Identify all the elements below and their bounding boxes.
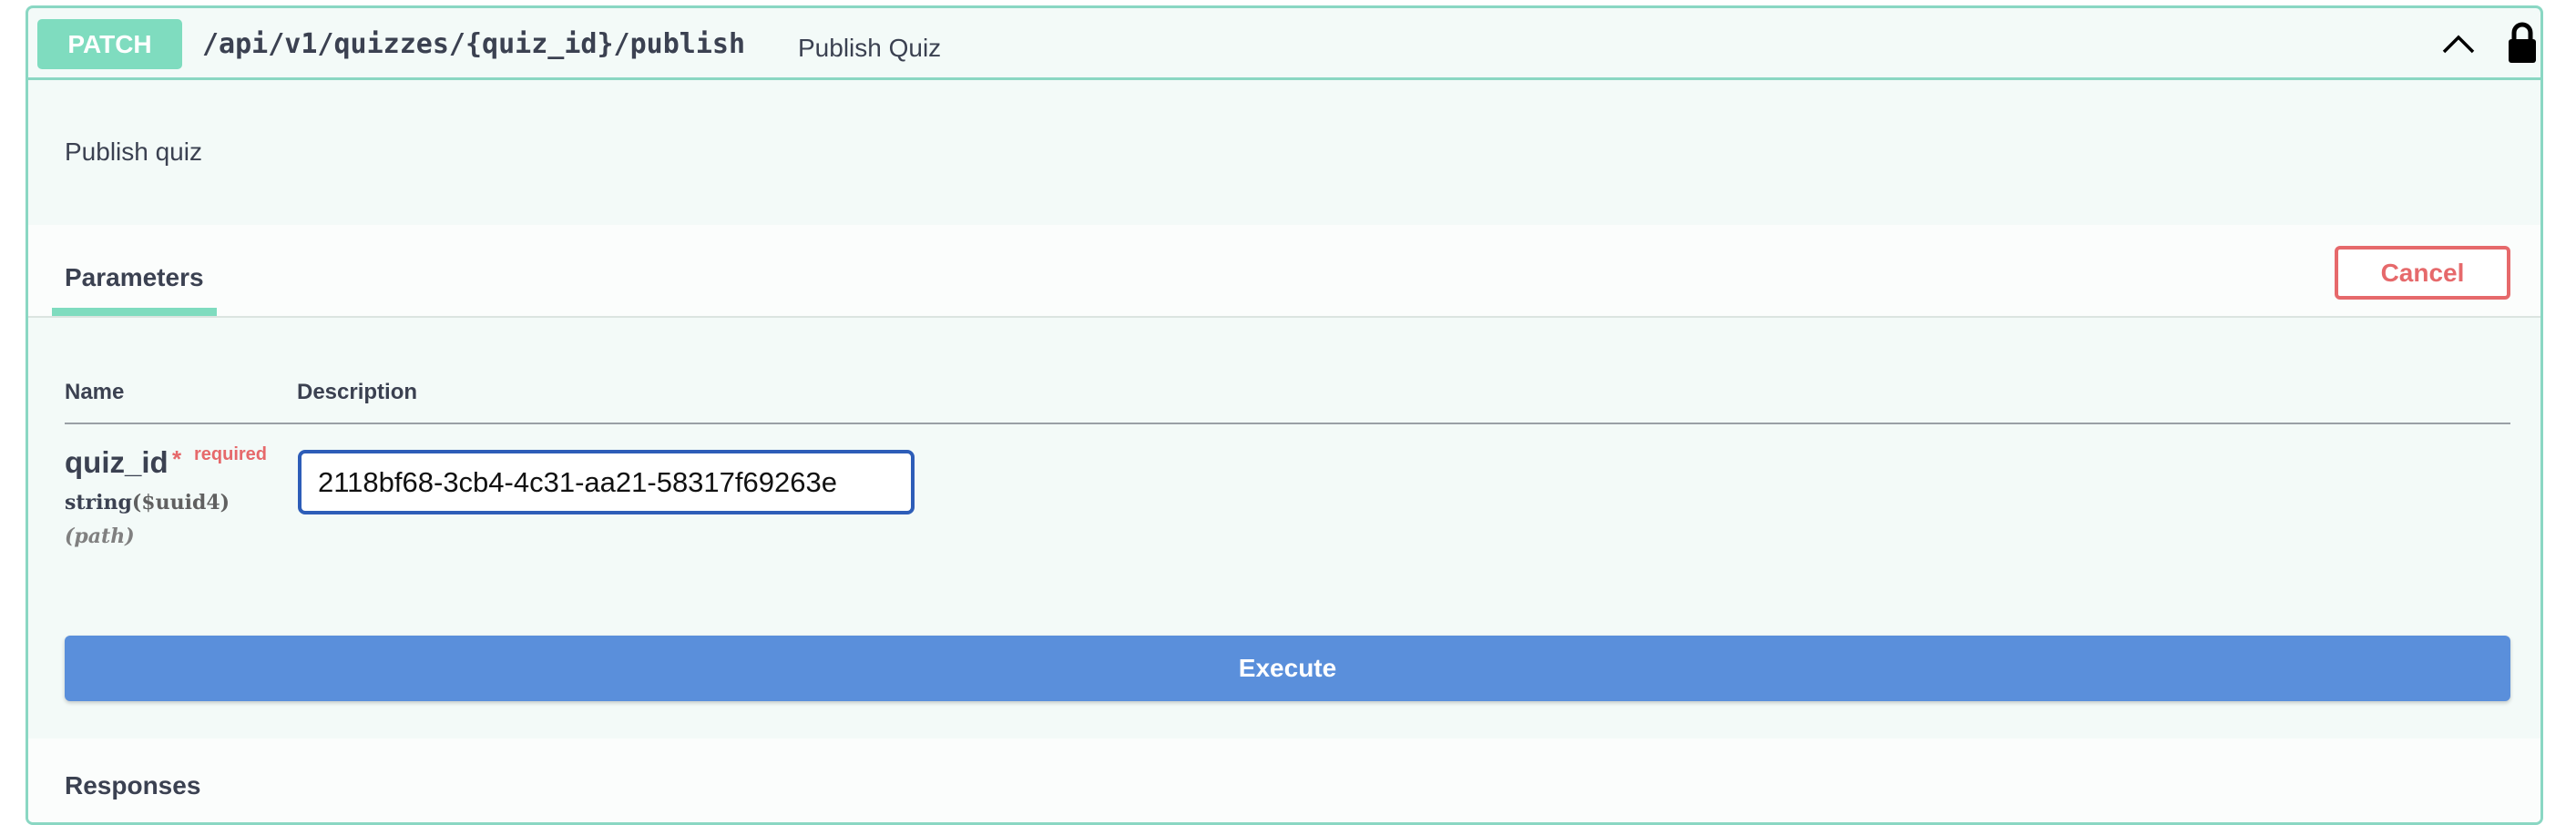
- required-label: required: [194, 444, 268, 464]
- operation-description: Publish quiz: [65, 138, 202, 166]
- tab-active-indicator: [52, 308, 217, 316]
- parameter-format: ($uuid4): [131, 491, 230, 514]
- operation-block: PATCH /api/v1/quizzes/{quiz_id}/publish …: [26, 5, 2543, 825]
- quiz-id-input[interactable]: [298, 450, 915, 514]
- cancel-button[interactable]: Cancel: [2335, 246, 2510, 300]
- operation-path: /api/v1/quizzes/{quiz_id}/publish: [202, 28, 746, 60]
- lock-icon[interactable]: [2506, 21, 2539, 65]
- operation-summary[interactable]: PATCH /api/v1/quizzes/{quiz_id}/publish …: [28, 8, 2540, 80]
- column-header-name: Name: [65, 380, 125, 404]
- tab-parameters[interactable]: Parameters: [65, 263, 204, 292]
- responses-title: Responses: [65, 771, 201, 800]
- execute-button[interactable]: Execute: [65, 636, 2510, 701]
- parameter-name: quiz_id: [65, 445, 169, 479]
- required-star: *: [172, 445, 182, 473]
- operation-summary-text: Publish Quiz: [798, 34, 942, 62]
- parameter-location: (path): [65, 525, 135, 548]
- responses-header: Responses: [28, 738, 2540, 822]
- parameters-header: Parameters Cancel: [28, 225, 2540, 318]
- chevron-up-icon[interactable]: [2440, 30, 2477, 57]
- table-divider: [65, 423, 2510, 424]
- method-badge: PATCH: [37, 19, 182, 69]
- parameter-type-name: string: [65, 491, 132, 514]
- column-header-description: Description: [297, 380, 418, 404]
- parameter-type: string($uuid4): [65, 491, 230, 514]
